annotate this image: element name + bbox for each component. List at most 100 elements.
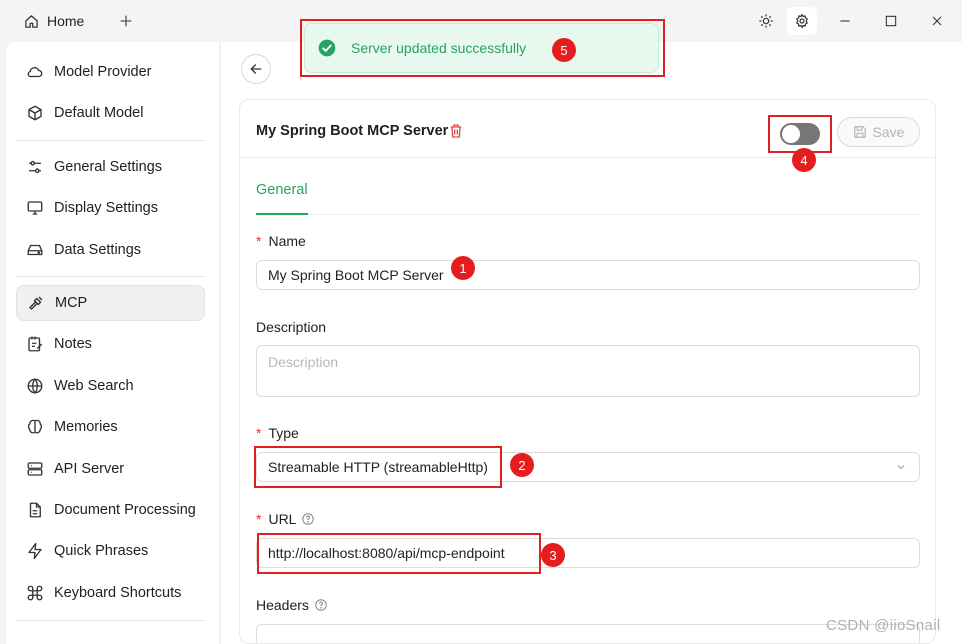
sidebar-item-label: Model Provider xyxy=(54,64,152,80)
sidebar-item-display-settings[interactable]: Display Settings xyxy=(16,190,205,226)
url-label-text: URL xyxy=(268,511,297,527)
description-label-text: Description xyxy=(256,319,327,335)
sidebar-item-label: API Server xyxy=(54,461,125,477)
trash-icon[interactable] xyxy=(448,123,464,139)
drive-icon xyxy=(27,244,43,256)
close-icon xyxy=(932,16,942,26)
sidebar-divider xyxy=(16,276,205,277)
document-icon xyxy=(29,502,41,518)
sidebar-item-label: Default Model xyxy=(54,105,144,121)
headers-textarea[interactable] xyxy=(256,624,920,643)
type-label: * Type xyxy=(256,425,299,441)
type-highlight xyxy=(254,446,502,488)
sidebar-item-label: Document Processing xyxy=(54,502,196,518)
sidebar-item-mcp[interactable]: MCP xyxy=(16,285,205,321)
description-label: Description xyxy=(256,319,326,335)
home-tab[interactable]: Home xyxy=(24,10,84,32)
name-label: * Name xyxy=(256,233,306,249)
sidebar-item-label: MCP xyxy=(55,295,88,311)
annotation-badge: 5 xyxy=(552,38,576,62)
required-mark: * xyxy=(256,233,262,249)
url-label: * URL xyxy=(256,511,315,527)
monitor-icon xyxy=(27,201,43,215)
enable-toggle-highlight xyxy=(768,115,832,153)
headers-label: Headers xyxy=(256,597,328,613)
type-label-text: Type xyxy=(268,425,299,441)
add-tab-button[interactable] xyxy=(116,10,136,32)
annotation-badge: 2 xyxy=(510,453,534,477)
sidebar-item-label: Web Search xyxy=(54,378,134,394)
toast-message: Server updated successfully xyxy=(351,40,527,56)
success-toast: Server updated successfully xyxy=(304,23,659,73)
hammer-icon xyxy=(29,296,43,310)
toggle-knob xyxy=(782,125,800,143)
theme-toggle-button[interactable] xyxy=(751,7,781,35)
save-button-label: Save xyxy=(872,124,905,140)
sidebar-item-default-model[interactable]: Default Model xyxy=(16,95,205,131)
maximize-button[interactable] xyxy=(876,7,906,35)
annotation-badge: 1 xyxy=(451,256,475,280)
close-window-button[interactable] xyxy=(922,7,952,35)
sidebar-item-document-processing[interactable]: Document Processing xyxy=(16,492,205,528)
help-circle-icon[interactable] xyxy=(314,598,328,612)
check-circle-icon xyxy=(318,39,336,57)
sidebar-item-label: Memories xyxy=(54,419,118,435)
help-circle-icon[interactable] xyxy=(301,512,315,526)
brain-icon xyxy=(27,419,43,434)
settings-sidebar: Model Provider Default Model General Set… xyxy=(6,42,220,644)
watermark: CSDN @iioSnail xyxy=(826,617,941,634)
sidebar-divider xyxy=(16,620,205,621)
sidebar-item-label: Quick Phrases xyxy=(54,543,149,559)
sidebar-item-label: General Settings xyxy=(54,159,163,175)
server-icon xyxy=(27,462,43,476)
server-card-header: My Spring Boot MCP Server Save xyxy=(240,100,935,158)
annotation-badge: 3 xyxy=(541,543,565,567)
headers-label-text: Headers xyxy=(256,597,309,613)
settings-button[interactable] xyxy=(787,7,817,35)
description-textarea[interactable]: Description xyxy=(256,345,920,397)
server-title: My Spring Boot MCP Server xyxy=(256,123,449,139)
required-mark: * xyxy=(256,425,262,441)
sidebar-item-label: Notes xyxy=(54,336,92,352)
name-input[interactable]: My Spring Boot MCP Server xyxy=(256,260,920,290)
tab-general[interactable]: General xyxy=(256,182,308,198)
cube-icon xyxy=(28,105,42,121)
chevron-down-icon xyxy=(897,465,905,470)
required-mark: * xyxy=(256,511,262,527)
back-button[interactable] xyxy=(241,54,271,84)
server-enable-toggle[interactable] xyxy=(780,123,820,145)
home-tab-label: Home xyxy=(47,13,85,29)
sidebar-item-memories[interactable]: Memories xyxy=(16,409,205,445)
sidebar-item-web-search[interactable]: Web Search xyxy=(16,368,205,404)
annotation-badge: 4 xyxy=(792,148,816,172)
sidebar-item-api-server[interactable]: API Server xyxy=(16,451,205,487)
gear-icon xyxy=(796,13,808,29)
sidebar-item-data-settings[interactable]: Data Settings xyxy=(16,232,205,268)
home-icon xyxy=(25,14,38,28)
arrow-left-icon xyxy=(250,64,262,74)
save-icon xyxy=(853,126,866,138)
sidebar-item-quick-phrases[interactable]: Quick Phrases xyxy=(16,533,205,569)
sidebar-divider xyxy=(16,140,205,141)
minimize-icon xyxy=(840,20,850,22)
sidebar-item-label: Display Settings xyxy=(54,200,158,216)
sidebar-item-notes[interactable]: Notes xyxy=(16,326,205,362)
tabs-divider xyxy=(256,214,920,215)
sliders-icon xyxy=(29,160,41,174)
sidebar-item-model-provider[interactable]: Model Provider xyxy=(16,54,205,90)
name-label-text: Name xyxy=(268,233,306,249)
sidebar-item-label: Data Settings xyxy=(54,242,142,258)
sidebar-item-keyboard-shortcuts[interactable]: Keyboard Shortcuts xyxy=(16,575,205,611)
sidebar-item-label: Keyboard Shortcuts xyxy=(54,585,182,601)
url-highlight xyxy=(257,533,541,574)
minimize-button[interactable] xyxy=(830,7,860,35)
notes-icon xyxy=(28,336,43,352)
sun-icon xyxy=(759,14,773,28)
plus-icon xyxy=(120,15,132,27)
tab-active-indicator xyxy=(256,213,308,215)
cloud-icon xyxy=(27,67,43,78)
sidebar-item-general-settings[interactable]: General Settings xyxy=(16,149,205,185)
zap-icon xyxy=(28,542,42,560)
save-button[interactable]: Save xyxy=(837,117,920,147)
command-icon xyxy=(27,585,43,601)
